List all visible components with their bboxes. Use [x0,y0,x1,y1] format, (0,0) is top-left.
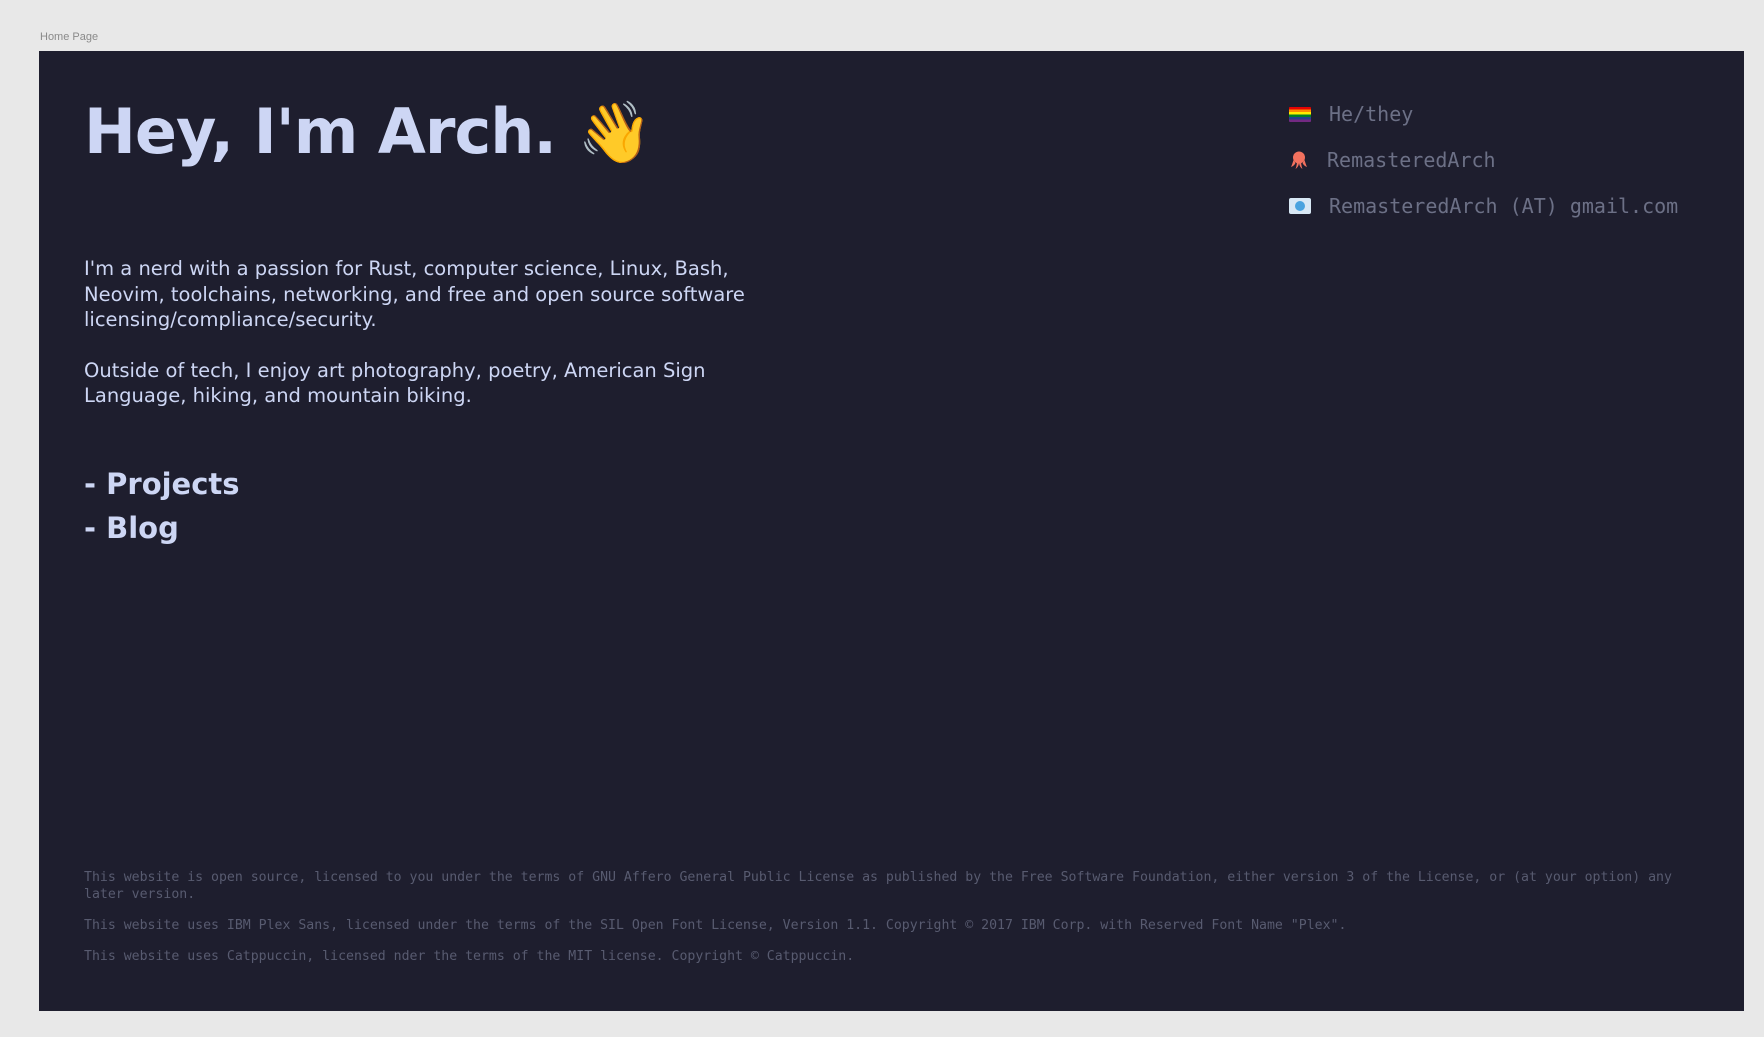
waving-hand-icon: 👋 [577,98,653,168]
email-icon [1289,198,1311,214]
contact-list: He/they RemasteredArch RemasteredArch (A… [1289,91,1678,229]
home-page: Hey, I'm Arch. 👋 I'm a nerd with a passio… [39,51,1744,1011]
contact-pronouns-label: He/they [1329,102,1414,126]
bio-section: I'm a nerd with a passion for Rust, comp… [84,256,764,434]
main-nav: - Projects - Blog [84,462,240,550]
bio-paragraph-hobbies: Outside of tech, I enjoy art photography… [84,358,706,408]
footer-font-notice: This website uses IBM Plex Sans, license… [84,918,1347,933]
footer-theme-notice: This website uses Catppuccin, licensed n… [84,949,855,964]
contact-github[interactable]: RemasteredArch [1289,137,1678,183]
pride-flag-icon [1289,106,1311,122]
page-title: Hey, I'm Arch. 👋 [84,95,653,168]
contact-email-label[interactable]: RemasteredArch (AT) gmail.com [1329,194,1678,218]
license-footer: This website is open source, licensed to… [84,869,1704,979]
frame-label: Home Page [40,31,99,43]
footer-agpl-notice: This website is open source, licensed to… [84,870,1672,902]
nav-link-projects[interactable]: - Projects [84,462,240,506]
bio-paragraph-tech: I'm a nerd with a passion for Rust, comp… [84,257,745,331]
nav-link-blog[interactable]: - Blog [84,506,240,550]
github-octocat-icon [1289,150,1309,170]
contact-email[interactable]: RemasteredArch (AT) gmail.com [1289,183,1678,229]
page-title-text: Hey, I'm Arch. [84,95,557,168]
contact-github-label[interactable]: RemasteredArch [1327,148,1496,172]
contact-pronouns: He/they [1289,91,1678,137]
